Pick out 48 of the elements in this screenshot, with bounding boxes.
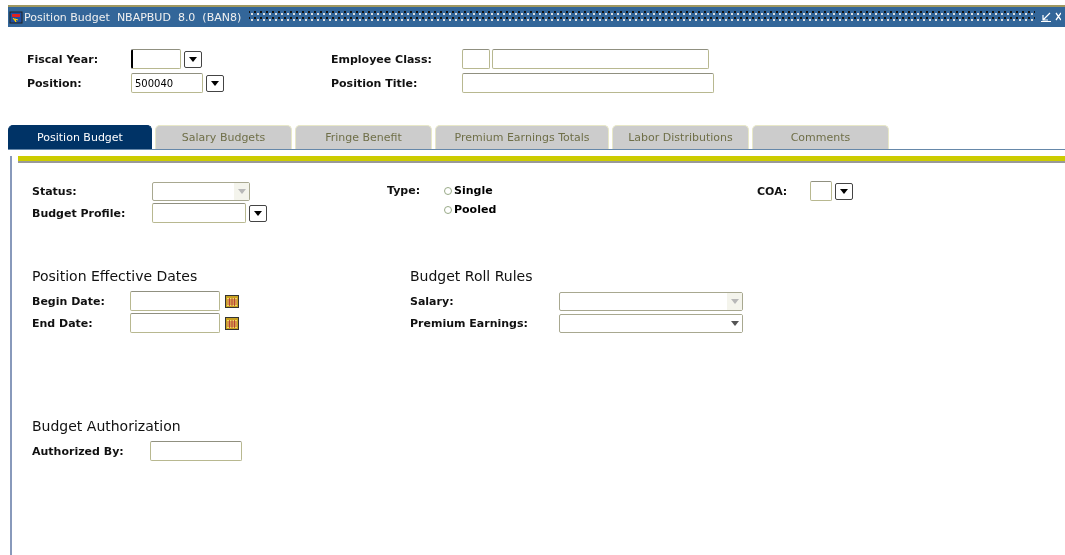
dropdown-button[interactable] [184,50,202,68]
tab[interactable]: Fringe Benefit [295,125,432,149]
close-icon[interactable] [1055,12,1061,22]
field-label: Type: [387,183,422,199]
input-field[interactable] [150,441,242,461]
section-heading: Budget Authorization [32,418,182,434]
dropdown-button[interactable] [835,182,853,200]
field-label: Fiscal Year: [27,52,100,66]
field-label: Position: [27,76,83,90]
field-label: Premium Earnings: [410,316,529,330]
tab[interactable]: Salary Budgets [155,125,292,149]
tab[interactable]: Comments [752,125,889,149]
tab[interactable]: Premium Earnings Totals [435,125,609,149]
dropdown-field[interactable] [559,313,743,333]
field-label: End Date: [32,316,94,330]
input-field[interactable]: 500040 [131,73,203,93]
field-label: Employee Class: [331,52,433,66]
minimize-icon[interactable] [1041,12,1051,22]
input-field[interactable] [131,49,181,69]
window-title: Position Budget NBAPBUD 8.0 (BAN8) [24,10,242,24]
field-label: Authorized By: [32,444,125,458]
radio-button[interactable]: Single [444,184,497,197]
input-field[interactable] [152,203,246,223]
input-field[interactable] [462,73,714,93]
radio-button[interactable]: Pooled [444,203,497,216]
field-label: Salary: [410,294,455,308]
input-field[interactable] [130,291,220,311]
dropdown-button[interactable] [249,204,267,222]
field-label: Position Title: [331,76,419,90]
app-icon [9,10,23,24]
caret-icon[interactable] [840,188,848,194]
input-field[interactable] [492,49,709,69]
field-label: COA: [757,184,789,198]
section-heading: Budget Roll Rules [410,268,534,284]
tab[interactable]: Labor Distributions [612,125,749,149]
section-heading: Position Effective Dates [32,268,199,284]
input-field[interactable] [130,313,220,333]
caret-icon[interactable] [730,320,739,326]
field-label: Budget Profile: [32,206,127,220]
input-field[interactable] [462,49,490,69]
caret-icon[interactable] [254,210,262,216]
input-field[interactable] [810,181,832,201]
caret-icon[interactable] [211,80,219,86]
tab[interactable]: Position Budget [8,125,152,149]
caret-icon[interactable] [189,56,197,62]
dropdown-button[interactable] [206,74,224,92]
field-label: Begin Date: [32,294,106,308]
field-label: Status: [32,184,78,198]
